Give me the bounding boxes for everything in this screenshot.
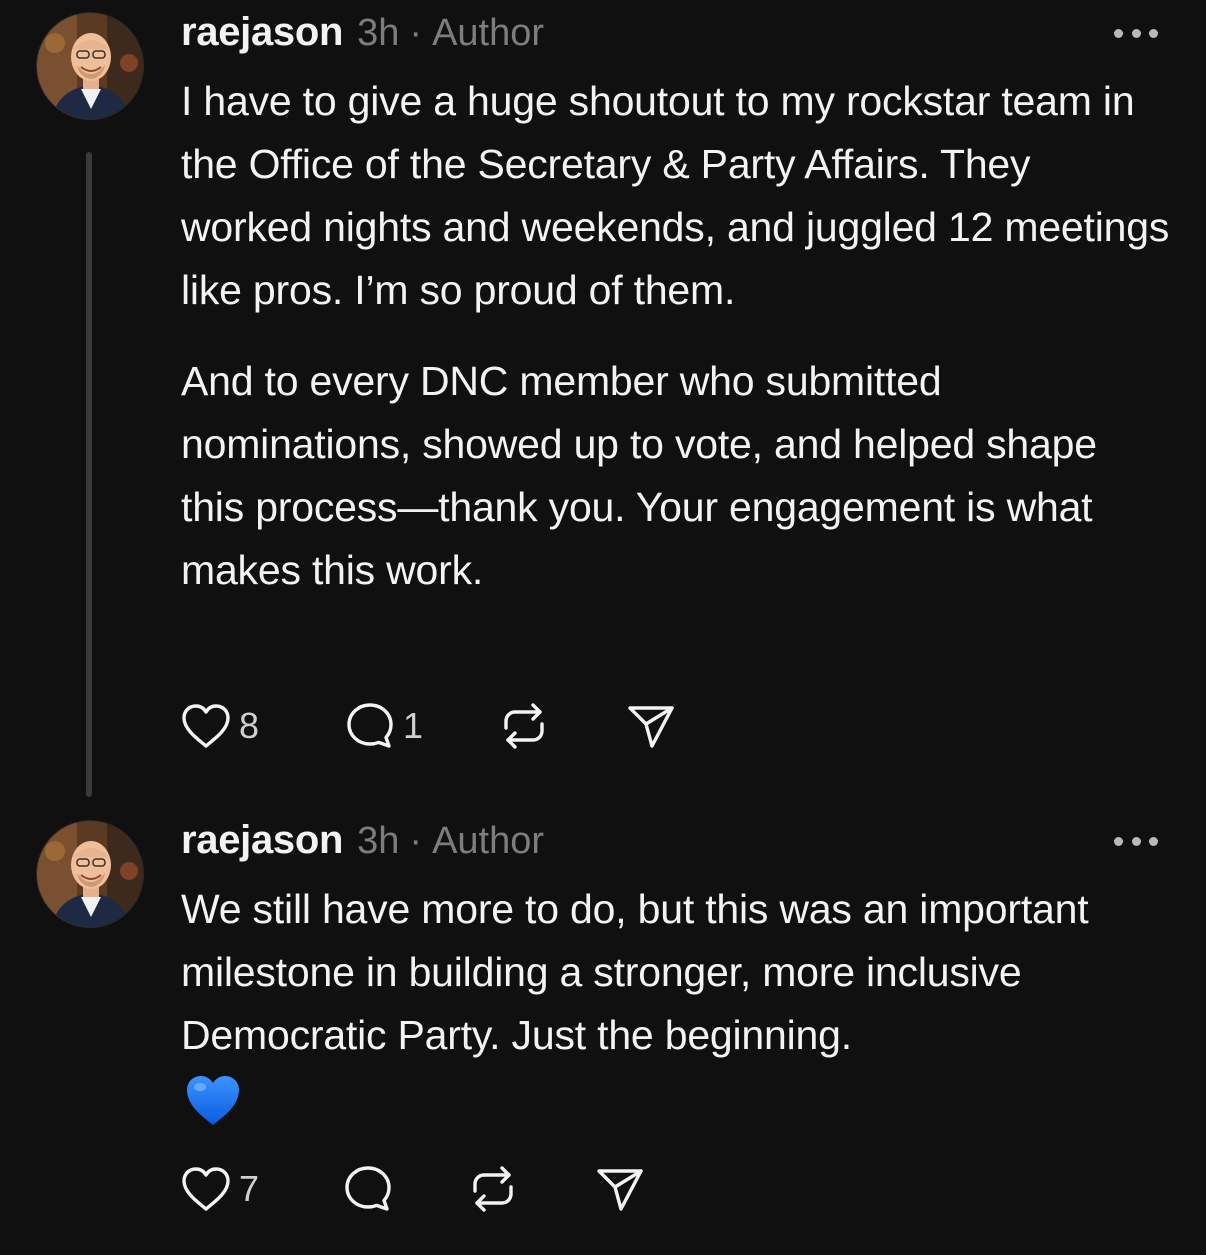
thread-post-1: raejason 3h · Author I have to give a hu…	[0, 0, 1206, 800]
like-button[interactable]: 7	[179, 1164, 341, 1214]
post-body: I have to give a huge shoutout to my roc…	[181, 70, 1171, 602]
like-count: 7	[239, 1168, 260, 1209]
separator: ·	[409, 12, 423, 54]
post-paragraph: And to every DNC member who submitted no…	[181, 358, 1097, 593]
username[interactable]: raejason	[181, 10, 343, 55]
repost-button[interactable]	[498, 699, 624, 753]
post-header: raejason 3h · Author	[181, 818, 544, 868]
separator: ·	[409, 820, 423, 862]
more-icon[interactable]	[1114, 831, 1158, 851]
repost-button[interactable]	[467, 1162, 593, 1216]
share-button[interactable]	[624, 700, 678, 752]
post-header: raejason 3h · Author	[181, 10, 544, 60]
like-count: 8	[239, 705, 260, 746]
post-paragraph: We still have more to do, but this was a…	[181, 886, 1089, 1058]
author-badge: Author	[432, 12, 545, 54]
author-badge: Author	[432, 820, 545, 862]
post-time: 3h	[357, 820, 400, 862]
avatar[interactable]	[36, 12, 144, 120]
username[interactable]: raejason	[181, 818, 343, 863]
thread-connector-line	[86, 152, 92, 797]
reply-button[interactable]: 1	[343, 699, 498, 753]
heart-icon	[182, 704, 230, 748]
post-body: We still have more to do, but this was a…	[181, 878, 1171, 1130]
repost-icon	[504, 703, 544, 749]
post-paragraph: I have to give a huge shoutout to my roc…	[181, 78, 1170, 313]
post-time: 3h	[357, 12, 400, 54]
comment-icon	[345, 1166, 391, 1211]
heart-icon	[182, 1167, 230, 1211]
thread-post-2: raejason 3h · Author We still have more …	[0, 808, 1206, 1255]
like-button[interactable]: 8	[179, 701, 343, 751]
share-button[interactable]	[593, 1163, 647, 1215]
reply-count: 1	[403, 705, 424, 746]
post-actions: 8 1	[179, 698, 678, 754]
repost-icon	[473, 1166, 513, 1212]
reply-button[interactable]	[341, 1162, 467, 1216]
more-icon[interactable]	[1114, 23, 1158, 43]
blue-heart-emoji	[181, 1067, 1171, 1130]
post-actions: 7	[179, 1161, 647, 1217]
comment-icon	[347, 703, 393, 748]
avatar[interactable]	[36, 820, 144, 928]
send-icon	[597, 1169, 643, 1211]
send-icon	[628, 706, 674, 748]
